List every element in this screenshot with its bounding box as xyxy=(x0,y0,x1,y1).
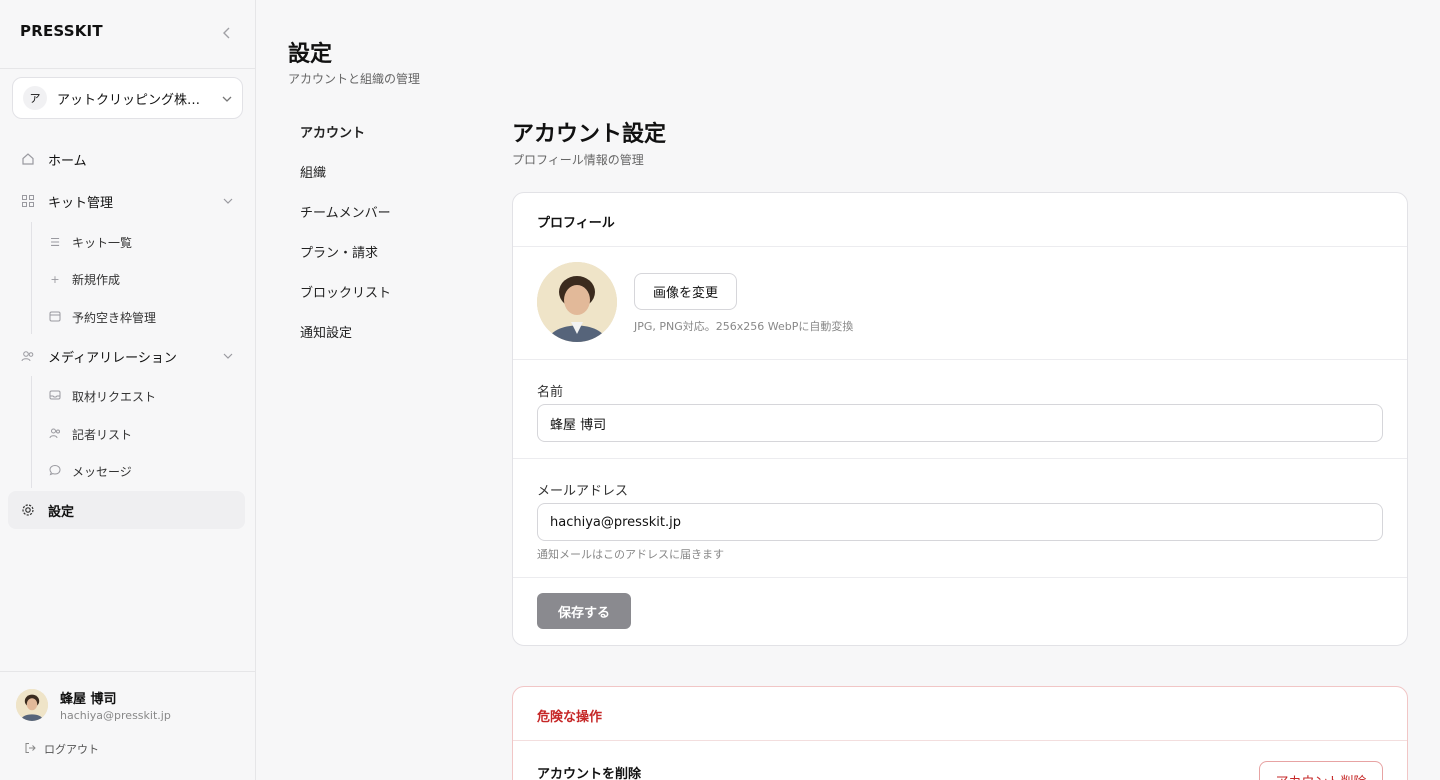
profile-card: プロフィール 画像を変更 JPG, PNG対応。256x256 WebPに自動変… xyxy=(512,192,1408,646)
card-title: プロフィール xyxy=(537,216,615,231)
sidebar-subitem-requests[interactable]: 取材リクエスト xyxy=(48,381,156,411)
delete-account-label: アカウントを削除 xyxy=(537,767,642,780)
user-name: 蜂屋 博司 xyxy=(60,692,117,707)
home-icon xyxy=(20,151,36,167)
org-switcher[interactable]: ア アットクリッピング株式会社 xyxy=(12,77,243,119)
sidebar-divider xyxy=(0,68,255,69)
section-title: アカウント設定 xyxy=(512,122,667,147)
sidebar-subitem-label: 記者リスト xyxy=(72,427,133,442)
user-email: hachiya@presskit.jp xyxy=(60,709,171,722)
sidebar-subitem-label: 取材リクエスト xyxy=(72,389,157,404)
profile-avatar xyxy=(537,262,617,342)
email-hint: 通知メールはこのアドレスに届きます xyxy=(537,548,724,561)
org-avatar: ア xyxy=(23,86,47,110)
chevron-down-icon xyxy=(223,196,233,207)
brand-logo: PRESSKIT xyxy=(20,22,103,40)
sidebar-subitem-label: キット一覧 xyxy=(72,235,133,250)
sidebar-subitem-reporters[interactable]: 記者リスト xyxy=(48,419,132,449)
sidebar-item-media-relations[interactable]: メディアリレーション xyxy=(8,337,245,375)
settings-nav-billing[interactable]: プラン・請求 xyxy=(300,242,378,261)
change-image-button[interactable]: 画像を変更 xyxy=(634,273,737,310)
name-field[interactable] xyxy=(537,404,1383,442)
divider xyxy=(513,359,1407,360)
email-label: メールアドレス xyxy=(537,484,629,499)
page-subtitle: アカウントと組織の管理 xyxy=(288,72,421,86)
inbox-icon xyxy=(48,389,62,404)
sidebar: PRESSKIT ア アットクリッピング株式会社 ホーム キット管理 ☰ キット… xyxy=(0,0,256,780)
sidebar-item-label: キット管理 xyxy=(48,195,114,211)
logout-link[interactable]: ログアウト xyxy=(24,741,99,757)
settings-nav-account[interactable]: アカウント xyxy=(300,122,365,141)
sidebar-subitem-availability[interactable]: 予約空き枠管理 xyxy=(48,302,156,332)
settings-nav-notifications[interactable]: 通知設定 xyxy=(300,322,352,341)
page-title: 設定 xyxy=(288,42,333,67)
sidebar-subitem-kit-list[interactable]: ☰ キット一覧 xyxy=(48,227,132,257)
sidebar-item-label: ホーム xyxy=(48,153,87,169)
section-subtitle: プロフィール情報の管理 xyxy=(512,153,644,167)
gear-icon xyxy=(20,502,36,518)
list-icon: ☰ xyxy=(50,235,60,249)
avatar xyxy=(16,689,48,721)
settings-nav-blocklist[interactable]: ブロックリスト xyxy=(300,282,391,301)
settings-nav-team-members[interactable]: チームメンバー xyxy=(300,202,391,221)
sidebar-subitem-new[interactable]: + 新規作成 xyxy=(48,264,120,294)
delete-account-button[interactable]: アカウント削除 xyxy=(1259,761,1383,780)
sidebar-divider xyxy=(0,671,255,672)
chevron-down-icon xyxy=(223,351,233,362)
divider xyxy=(513,577,1407,578)
divider xyxy=(513,740,1407,741)
user-profile[interactable]: 蜂屋 博司 hachiya@presskit.jp xyxy=(16,688,171,722)
sidebar-subitem-label: 予約空き枠管理 xyxy=(72,310,157,325)
danger-zone-card: 危険な操作 アカウントを削除 アカウント削除 xyxy=(512,686,1408,780)
name-label: 名前 xyxy=(537,385,564,400)
email-field[interactable] xyxy=(537,503,1383,541)
collapse-sidebar-icon[interactable] xyxy=(218,22,236,44)
submenu-guide-line xyxy=(31,222,32,334)
divider xyxy=(513,246,1407,247)
danger-zone-title: 危険な操作 xyxy=(537,710,603,725)
chevron-down-icon xyxy=(222,92,232,105)
calendar-icon xyxy=(48,310,62,325)
save-button[interactable]: 保存する xyxy=(537,593,631,629)
grid-icon xyxy=(20,193,36,209)
people-icon xyxy=(48,427,62,442)
settings-nav-organization[interactable]: 組織 xyxy=(300,162,326,181)
org-name: アットクリッピング株式会社 xyxy=(57,92,209,108)
users-icon xyxy=(20,348,36,364)
sidebar-item-label: メディアリレーション xyxy=(48,350,177,366)
sidebar-subitem-messages[interactable]: メッセージ xyxy=(48,456,132,486)
sidebar-item-kit-management[interactable]: キット管理 xyxy=(8,182,245,220)
divider xyxy=(513,458,1407,459)
sidebar-subitem-label: メッセージ xyxy=(72,464,132,479)
submenu-guide-line xyxy=(31,376,32,488)
logout-label: ログアウト xyxy=(44,743,99,756)
sidebar-item-label: 設定 xyxy=(48,504,75,520)
logout-icon xyxy=(24,742,36,757)
sidebar-subitem-label: 新規作成 xyxy=(72,272,121,287)
image-hint: JPG, PNG対応。256x256 WebPに自動変換 xyxy=(634,320,854,333)
sidebar-item-settings[interactable]: 設定 xyxy=(8,491,245,529)
sidebar-item-home[interactable]: ホーム xyxy=(8,140,245,178)
plus-icon: + xyxy=(50,272,60,286)
chat-icon xyxy=(48,464,62,479)
